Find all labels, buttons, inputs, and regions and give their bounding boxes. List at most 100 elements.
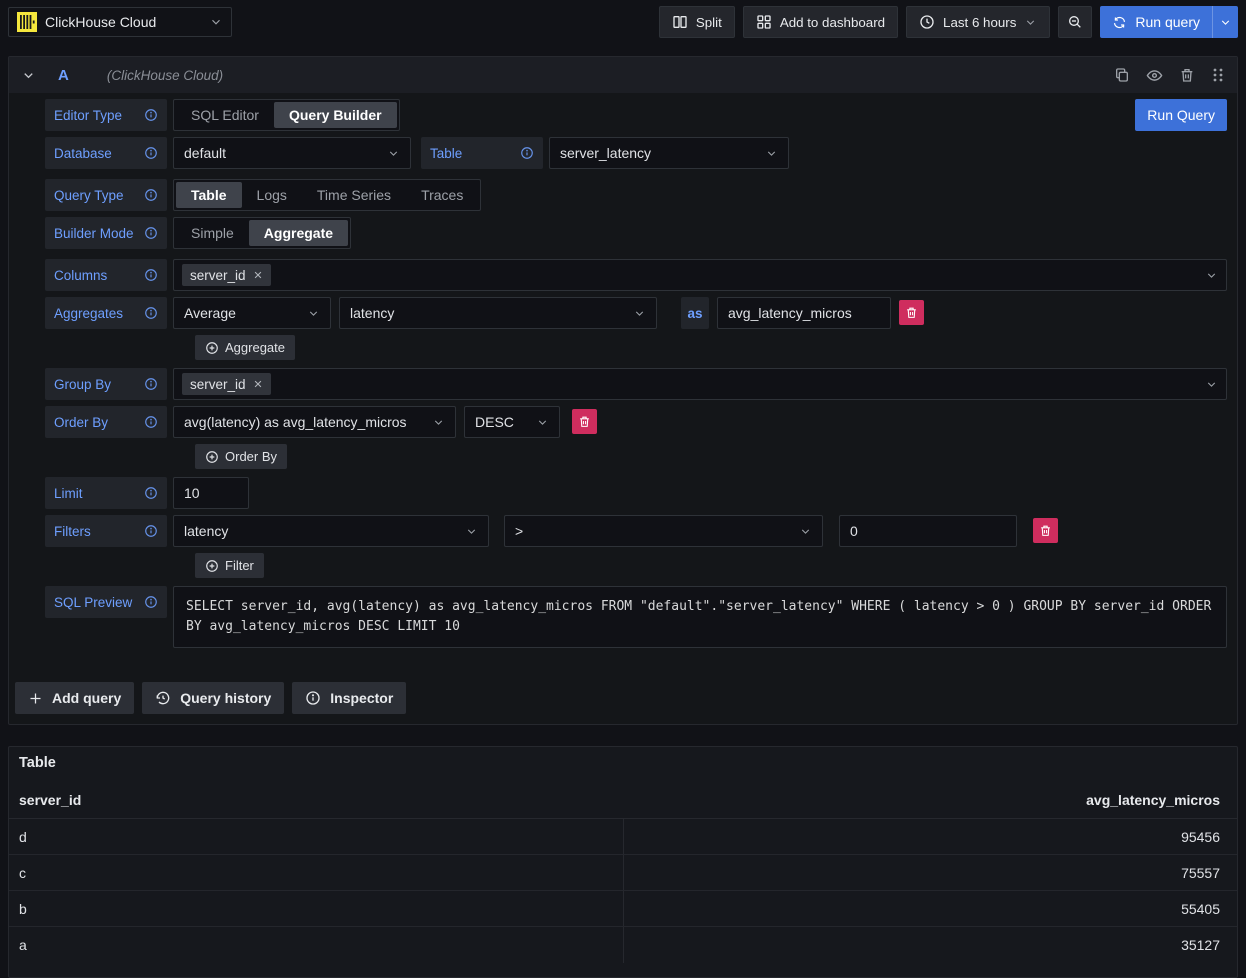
drag-handle-grip-icon[interactable] — [1211, 67, 1225, 83]
editor-type-option-query-builder[interactable]: Query Builder — [274, 102, 397, 128]
collapse-chevron-icon[interactable] — [21, 68, 36, 83]
plus-circle-icon — [205, 341, 219, 355]
query-type-option-traces[interactable]: Traces — [406, 182, 478, 208]
group-by-label: Group By — [45, 368, 167, 400]
filter-value-field[interactable] — [839, 515, 1017, 547]
add-filter-row: Filter — [195, 553, 1227, 578]
info-icon[interactable] — [144, 108, 158, 122]
info-icon[interactable] — [144, 524, 158, 538]
query-type-row: Query Type Table Logs Time Series Traces — [45, 179, 1227, 211]
run-query-button[interactable]: Run query — [1100, 6, 1212, 38]
add-filter-button[interactable]: Filter — [195, 553, 264, 578]
order-by-direction-select[interactable]: DESC — [464, 406, 560, 438]
clickhouse-logo-icon — [17, 12, 37, 32]
filter-operator-select[interactable]: > — [504, 515, 823, 547]
sql-preview-text: SELECT server_id, avg(latency) as avg_la… — [173, 586, 1227, 648]
builder-mode-row: Builder Mode Simple Aggregate — [45, 217, 1227, 249]
info-icon[interactable] — [144, 377, 158, 391]
table-row[interactable]: b 55405 — [9, 891, 1237, 927]
query-row-header[interactable]: A (ClickHouse Cloud) — [9, 57, 1237, 93]
editor-type-option-sql-editor[interactable]: SQL Editor — [176, 102, 274, 128]
table-select[interactable]: server_latency — [549, 137, 789, 169]
order-by-label: Order By — [45, 406, 167, 438]
column-header-server-id[interactable]: server_id — [9, 792, 623, 808]
table-body: d 95456 c 75557 b 55405 a 35127 — [9, 819, 1237, 963]
aggregate-alias-input[interactable] — [728, 305, 880, 321]
group-by-multiselect[interactable]: server_id — [173, 368, 1227, 400]
run-query-editor-button[interactable]: Run Query — [1135, 99, 1227, 131]
delete-query-trash-icon[interactable] — [1179, 67, 1195, 83]
inspector-button[interactable]: Inspector — [292, 682, 406, 714]
add-aggregate-row: Aggregate — [195, 335, 1227, 360]
query-type-option-logs[interactable]: Logs — [242, 182, 302, 208]
query-editor-panel: A (ClickHouse Cloud) Editor Type SQL Edi… — [8, 56, 1238, 725]
query-type-label: Query Type — [45, 179, 167, 211]
limit-input[interactable] — [184, 485, 238, 501]
add-order-by-row: Order By — [195, 444, 1227, 469]
group-by-chip-server-id: server_id — [182, 373, 271, 395]
remove-filter-button[interactable] — [1033, 518, 1058, 543]
query-type-option-table[interactable]: Table — [176, 182, 242, 208]
add-query-button[interactable]: Add query — [15, 682, 134, 714]
add-aggregate-button[interactable]: Aggregate — [195, 335, 295, 360]
editor-type-row: Editor Type SQL Editor Query Builder Run… — [45, 99, 1227, 131]
run-query-dropdown[interactable] — [1212, 6, 1238, 38]
remove-aggregate-button[interactable] — [899, 300, 924, 325]
column-header-avg-latency-micros[interactable]: avg_latency_micros — [623, 792, 1237, 808]
query-ref-id: A — [58, 67, 69, 84]
builder-mode-option-aggregate[interactable]: Aggregate — [249, 220, 348, 246]
split-button[interactable]: Split — [659, 6, 735, 38]
datasource-picker[interactable]: ClickHouse Cloud — [8, 7, 232, 37]
chevron-down-icon — [765, 147, 778, 160]
table-row[interactable]: d 95456 — [9, 819, 1237, 855]
add-order-by-button[interactable]: Order By — [195, 444, 287, 469]
order-by-field-select[interactable]: avg(latency) as avg_latency_micros — [173, 406, 456, 438]
chevron-down-icon — [387, 147, 400, 160]
sql-preview-row: SQL Preview SELECT server_id, avg(latenc… — [45, 586, 1227, 648]
filter-column-select[interactable]: latency — [173, 515, 489, 547]
datasource-name: ClickHouse Cloud — [45, 14, 201, 30]
query-type-option-time-series[interactable]: Time Series — [302, 182, 406, 208]
trash-icon — [905, 306, 918, 319]
add-to-dashboard-button[interactable]: Add to dashboard — [743, 6, 898, 38]
info-icon[interactable] — [144, 486, 158, 500]
duplicate-query-icon[interactable] — [1114, 67, 1130, 83]
chevron-down-icon — [1219, 16, 1232, 29]
chevron-down-icon — [432, 416, 445, 429]
aggregate-column-select[interactable]: latency — [339, 297, 657, 329]
table-row[interactable]: c 75557 — [9, 855, 1237, 891]
split-label: Split — [696, 15, 722, 30]
remove-chip-icon[interactable] — [253, 270, 263, 280]
columns-row: Columns server_id — [45, 259, 1227, 291]
limit-field[interactable] — [173, 477, 249, 509]
split-icon — [672, 14, 688, 30]
info-icon[interactable] — [144, 146, 158, 160]
info-icon[interactable] — [144, 595, 158, 609]
chevron-down-icon — [1205, 269, 1218, 282]
order-by-row: Order By avg(latency) as avg_latency_mic… — [45, 406, 1227, 438]
aggregate-alias-field[interactable] — [717, 297, 891, 329]
table-row[interactable]: a 35127 — [9, 927, 1237, 963]
database-select[interactable]: default — [173, 137, 411, 169]
remove-order-by-button[interactable] — [572, 409, 597, 434]
builder-mode-option-simple[interactable]: Simple — [176, 220, 249, 246]
remove-chip-icon[interactable] — [253, 379, 263, 389]
info-icon[interactable] — [144, 226, 158, 240]
columns-multiselect[interactable]: server_id — [173, 259, 1227, 291]
explore-toolbar: ClickHouse Cloud Split Add to dashboard … — [0, 0, 1246, 44]
info-icon[interactable] — [144, 268, 158, 282]
info-icon[interactable] — [144, 188, 158, 202]
aggregate-function-select[interactable]: Average — [173, 297, 331, 329]
filter-value-input[interactable] — [850, 523, 1006, 539]
query-history-button[interactable]: Query history — [142, 682, 284, 714]
chevron-down-icon — [209, 15, 223, 29]
time-range-picker[interactable]: Last 6 hours — [906, 6, 1050, 38]
info-icon[interactable] — [520, 146, 534, 160]
info-icon[interactable] — [144, 306, 158, 320]
columns-chip-server-id: server_id — [182, 264, 271, 286]
filters-label: Filters — [45, 515, 167, 547]
hide-query-eye-icon[interactable] — [1146, 67, 1163, 84]
editor-type-toggle: SQL Editor Query Builder — [173, 99, 400, 131]
info-icon[interactable] — [144, 415, 158, 429]
zoom-out-button[interactable] — [1058, 6, 1092, 38]
